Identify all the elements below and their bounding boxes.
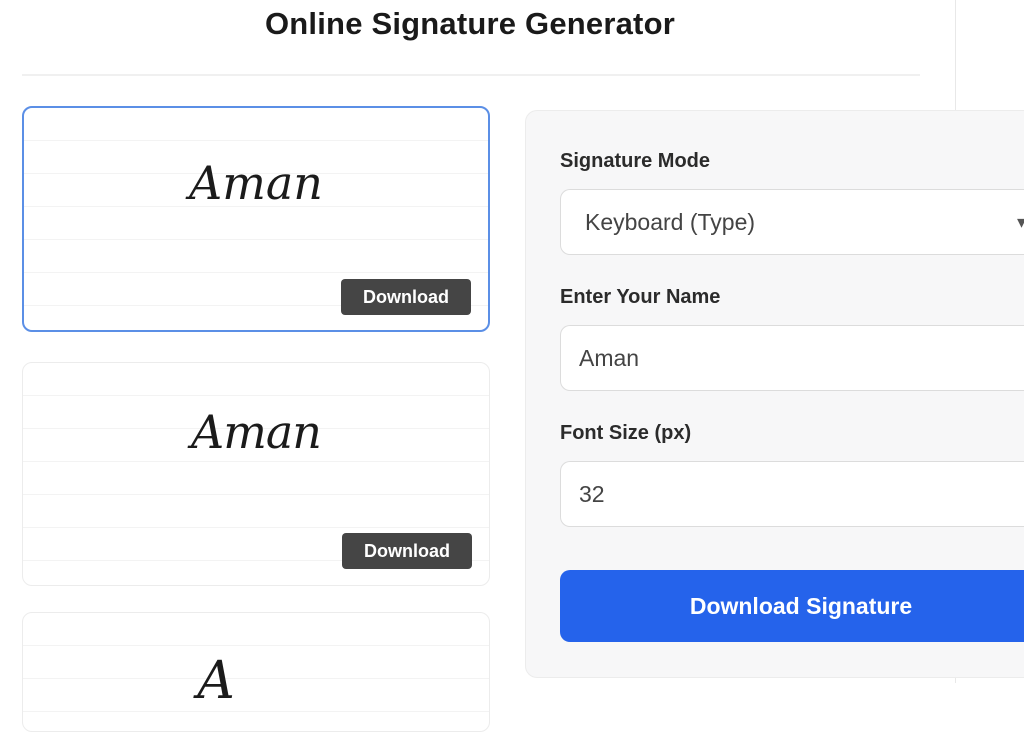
- signature-card-1[interactable]: Aman Download: [22, 106, 490, 332]
- page-title: Online Signature Generator: [264, 6, 675, 41]
- title-divider: [22, 74, 920, 76]
- chevron-down-icon: ▾: [1016, 212, 1024, 232]
- signature-preview: Aman: [189, 156, 323, 210]
- download-signature-button[interactable]: Download Signature: [560, 570, 1024, 642]
- signature-mode-label: Signature Mode: [560, 150, 711, 172]
- name-label: Enter Your Name: [560, 286, 721, 308]
- signature-preview: Aman: [191, 405, 322, 459]
- font-size-label: Font Size (px): [560, 422, 692, 444]
- signature-card-3[interactable]: A: [22, 612, 490, 732]
- download-button[interactable]: Download: [341, 279, 471, 315]
- download-button[interactable]: Download: [342, 533, 472, 569]
- signature-mode-select[interactable]: Keyboard (Type) ▾: [560, 189, 1024, 255]
- signature-mode-value: Keyboard (Type): [585, 208, 756, 235]
- signature-preview: A: [197, 651, 235, 711]
- signature-card-2[interactable]: Aman Download: [22, 362, 490, 586]
- name-input[interactable]: [560, 325, 1024, 391]
- font-size-input[interactable]: [560, 461, 1024, 527]
